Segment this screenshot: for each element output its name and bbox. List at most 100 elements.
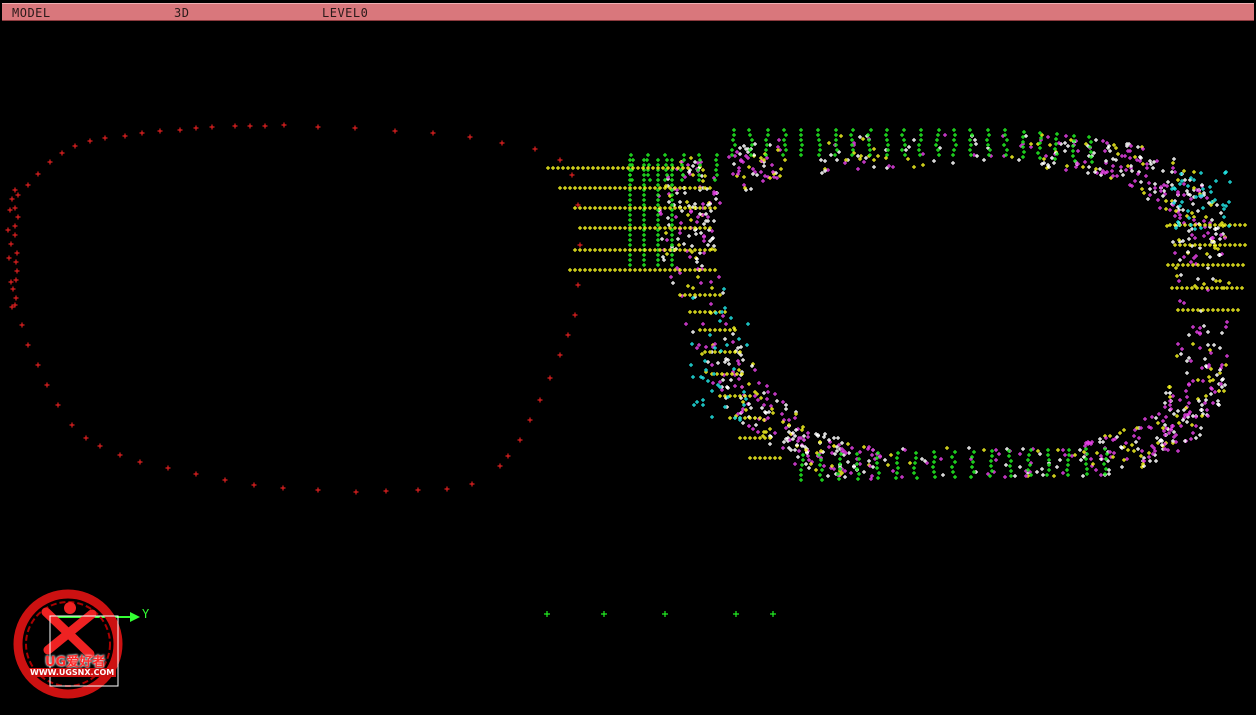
point-marker [642,243,646,247]
point-marker [618,186,622,190]
point-marker [875,461,879,465]
point-marker [55,402,61,408]
point-marker [1213,223,1217,227]
point-marker [695,220,699,224]
point-marker [556,166,560,170]
point-marker [915,476,919,480]
point-marker [618,268,622,272]
point-marker [656,218,660,222]
point-marker [784,403,788,407]
point-marker [1022,130,1026,134]
point-marker [688,186,692,190]
point-marker [666,216,670,220]
point-marker [642,258,646,262]
point-marker [846,460,850,464]
point-marker [1107,472,1111,476]
point-marker [44,382,50,388]
point-marker [835,158,839,162]
point-marker [1095,451,1099,455]
point-marker [797,449,801,453]
point-marker [1078,448,1082,452]
point-marker [656,233,660,237]
point-marker [415,487,421,493]
point-marker [799,133,803,137]
point-marker [698,206,702,210]
graphics-viewport[interactable]: MODEL 3D LEVEL0 Y UG爱好者 WWW.UGSNX.COM [0,0,1256,715]
point-marker [727,362,731,366]
point-marker [799,148,803,152]
point-marker [689,218,693,222]
point-marker [1148,187,1152,191]
point-marker [628,173,632,177]
point-marker [1084,462,1088,466]
point-marker [638,268,642,272]
point-marker [1008,464,1012,468]
point-marker [1192,218,1196,222]
point-marker [764,148,768,152]
point-marker [12,205,18,211]
point-marker [757,381,761,385]
point-marker [222,477,228,483]
point-marker [1153,186,1157,190]
point-cloud-canvas[interactable] [0,0,1256,715]
point-marker [872,158,876,162]
point-marker [1151,166,1155,170]
point-marker [690,244,694,248]
point-marker [693,310,697,314]
point-marker [583,186,587,190]
point-marker [1209,392,1213,396]
point-marker [710,415,714,419]
point-marker [1215,203,1219,207]
point-marker [967,446,971,450]
point-marker [1018,452,1022,456]
point-marker [1185,395,1189,399]
point-marker [1168,391,1172,395]
point-marker [743,436,747,440]
point-marker [505,453,511,459]
point-marker [806,431,810,435]
point-marker [987,133,991,137]
point-marker [1083,160,1087,164]
point-marker [177,127,183,133]
point-marker [953,475,957,479]
point-marker [69,422,75,428]
point-marker [768,427,772,431]
point-marker [1101,440,1105,444]
point-marker [749,406,753,410]
point-marker [638,226,642,230]
point-marker [692,403,696,407]
point-marker [628,248,632,252]
point-marker [1010,155,1014,159]
point-marker [642,263,646,267]
point-marker [877,471,881,475]
point-marker [1046,453,1050,457]
point-marker [1153,182,1157,186]
point-marker [919,128,923,132]
point-marker [862,445,866,449]
point-marker [818,143,822,147]
point-marker [1009,459,1013,463]
point-marker [793,448,797,452]
point-marker [1186,263,1190,267]
point-marker [1218,243,1222,247]
point-marker [715,173,719,177]
point-marker [699,231,703,235]
point-marker [1236,308,1240,312]
point-marker [15,214,21,220]
right-frame-pointcloud [546,128,1247,482]
point-marker [691,375,695,379]
point-marker [670,238,674,242]
point-marker [97,443,103,449]
point-marker [568,268,572,272]
point-marker [1203,243,1207,247]
point-marker [875,466,879,470]
point-marker [1155,436,1159,440]
point-marker [894,476,898,480]
point-marker [703,226,707,230]
point-marker [820,468,824,472]
point-marker [1065,164,1069,168]
point-marker [1145,166,1149,170]
point-marker [1089,140,1093,144]
point-marker [1177,279,1181,283]
point-marker [656,198,660,202]
